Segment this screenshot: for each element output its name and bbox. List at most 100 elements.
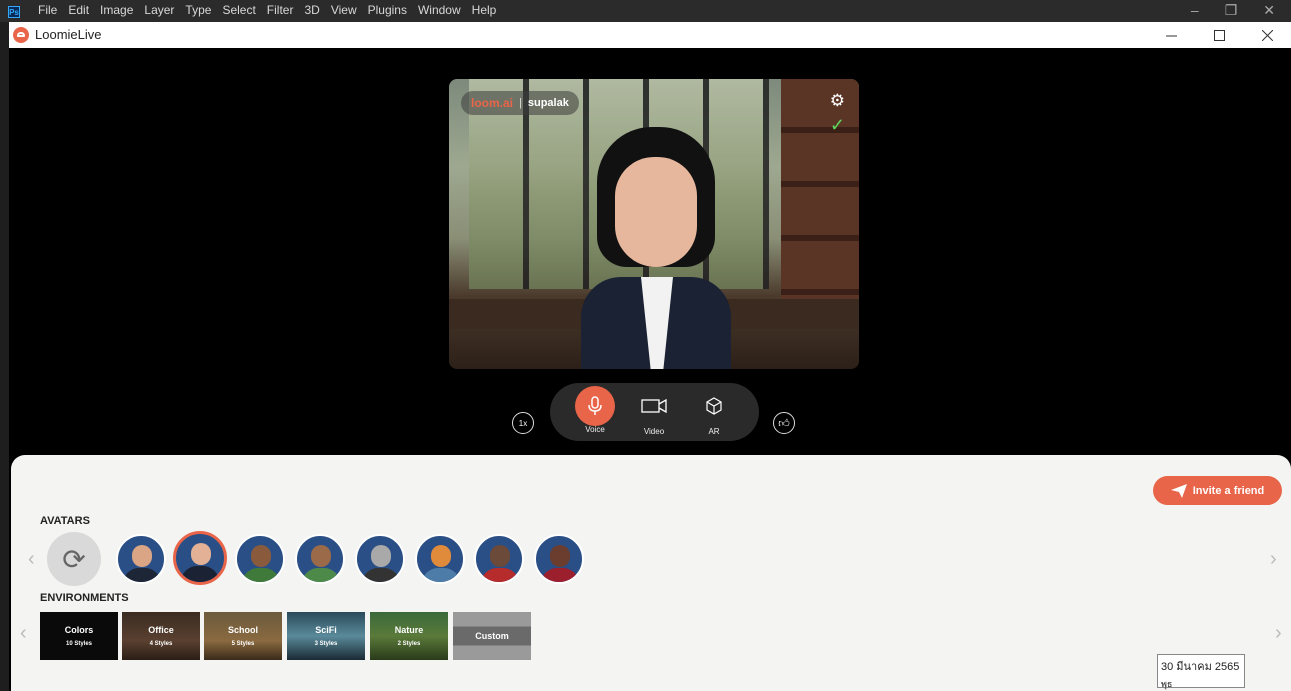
video-button[interactable]: Video (634, 389, 674, 436)
avatar-head (550, 545, 570, 567)
environment-name: Colors (64, 625, 94, 635)
environment-school[interactable]: School 5 Styles (204, 612, 282, 660)
avatar-option-4[interactable] (295, 534, 345, 584)
check-icon: ✓ (829, 115, 845, 135)
app-title: LoomieLive (35, 27, 102, 42)
close-button[interactable] (1243, 22, 1291, 48)
minimize-button[interactable] (1147, 22, 1195, 48)
avatar-head (191, 543, 211, 565)
menu-plugins[interactable]: Plugins (368, 3, 407, 17)
avatar-option-5[interactable] (355, 534, 405, 584)
maximize-button[interactable] (1195, 22, 1243, 48)
environment-name: Custom (475, 631, 509, 641)
avatar-body (242, 568, 280, 582)
window-controls (1147, 22, 1291, 48)
avatar-option-2[interactable] (173, 531, 227, 585)
refresh-icon: ⟳ (62, 543, 86, 575)
ps-restore-icon[interactable]: ❐ (1225, 2, 1238, 19)
minimize-icon (1165, 35, 1177, 36)
environment-custom[interactable]: Custom (453, 612, 531, 660)
photoshop-window-controls: – ❐ ✕ (1191, 2, 1275, 19)
photoshop-menu: File Edit Image Layer Type Select Filter… (38, 3, 496, 17)
close-icon (1261, 29, 1273, 41)
menu-image[interactable]: Image (100, 3, 133, 17)
ps-close-icon[interactable]: ✕ (1263, 2, 1275, 19)
video-camera-icon (634, 389, 674, 423)
menu-filter[interactable]: Filter (267, 3, 294, 17)
thumbs-up-button[interactable]: 👍︎ (773, 412, 795, 434)
avatars-title: AVATARS (40, 515, 90, 527)
random-avatar-button[interactable]: ⟳ (47, 532, 101, 586)
environment-office[interactable]: Office 4 Styles (122, 612, 200, 660)
avatar-option-6[interactable] (415, 534, 465, 584)
gear-icon[interactable]: ⚙ (830, 92, 845, 109)
avatar-option-7[interactable] (474, 534, 524, 584)
menu-edit[interactable]: Edit (68, 3, 89, 17)
avatar-body (481, 568, 519, 582)
environment-name: Nature (394, 625, 424, 635)
tooltip-date: 30 มีนาคม 2565 (1161, 661, 1240, 673)
avatar-body (422, 568, 460, 582)
avatar-head (132, 545, 152, 567)
menu-3d[interactable]: 3D (304, 3, 319, 17)
environments-title: ENVIRONMENTS (40, 592, 129, 604)
username: supalak (527, 97, 569, 109)
video-preview: loom.ai | supalak ⚙ ✓ (449, 79, 859, 369)
watermark: loom.ai | supalak (461, 91, 579, 115)
photoshop-logo: Ps (8, 6, 20, 18)
environments-prev-arrow-icon[interactable]: ‹ (20, 622, 27, 645)
ps-minimize-icon[interactable]: – (1191, 2, 1199, 19)
video-label: Video (643, 427, 665, 436)
environment-styles: 10 Styles (65, 641, 93, 647)
voice-button[interactable]: Voice (575, 386, 615, 434)
ar-button[interactable]: AR (694, 389, 734, 436)
speed-button[interactable]: 1x (512, 412, 534, 434)
environment-styles: 3 Styles (314, 641, 338, 647)
avatar-body (541, 568, 579, 582)
avatar-option-3[interactable] (235, 534, 285, 584)
avatar-body (362, 568, 400, 582)
environment-styles: 2 Styles (397, 641, 421, 647)
avatar-option-8[interactable] (534, 534, 584, 584)
avatar-head (311, 545, 331, 567)
invite-friend-button[interactable]: Invite a friend (1153, 476, 1282, 505)
separator: | (519, 97, 522, 109)
loomielive-logo-icon (13, 27, 29, 43)
avatars-next-arrow-icon[interactable]: › (1270, 548, 1277, 571)
environment-name: School (227, 625, 258, 635)
environment-scifi[interactable]: SciFi 3 Styles (287, 612, 365, 660)
avatar-head (431, 545, 451, 567)
maximize-icon (1213, 29, 1225, 41)
menu-help[interactable]: Help (472, 3, 497, 17)
environment-name: SciFi (315, 625, 337, 635)
menu-window[interactable]: Window (418, 3, 461, 17)
voice-label: Voice (585, 425, 605, 434)
date-tooltip: 30 มีนาคม 2565 พุธ (1157, 654, 1245, 689)
environment-nature[interactable]: Nature 2 Styles (370, 612, 448, 660)
environment-name: Office (148, 625, 174, 635)
send-icon (1170, 483, 1187, 498)
menu-type[interactable]: Type (185, 3, 211, 17)
environment-styles: 4 Styles (149, 641, 173, 647)
environments-next-arrow-icon[interactable]: › (1275, 622, 1282, 645)
thumbs-up-icon: 👍︎ (778, 417, 790, 430)
menu-layer[interactable]: Layer (144, 3, 174, 17)
ar-cube-icon (694, 389, 734, 423)
menu-select[interactable]: Select (222, 3, 255, 17)
menu-view[interactable]: View (331, 3, 357, 17)
microphone-icon (575, 386, 615, 426)
menu-file[interactable]: File (38, 3, 57, 17)
avatar-head (371, 545, 391, 567)
avatar-face (615, 157, 697, 267)
environment-colors[interactable]: Colors 10 Styles (40, 612, 118, 660)
avatars-prev-arrow-icon[interactable]: ‹ (28, 548, 35, 571)
avatar-body (123, 568, 161, 582)
media-controls: Voice Video AR (550, 383, 759, 441)
photoshop-menubar: Ps File Edit Image Layer Type Select Fil… (0, 0, 1291, 22)
avatar-head (490, 545, 510, 567)
left-edge-strip (0, 22, 9, 691)
brand-logo: loom.ai (471, 96, 514, 110)
avatar-option-1[interactable] (116, 534, 166, 584)
avatar-render (581, 127, 737, 369)
avatar-head (251, 545, 271, 567)
